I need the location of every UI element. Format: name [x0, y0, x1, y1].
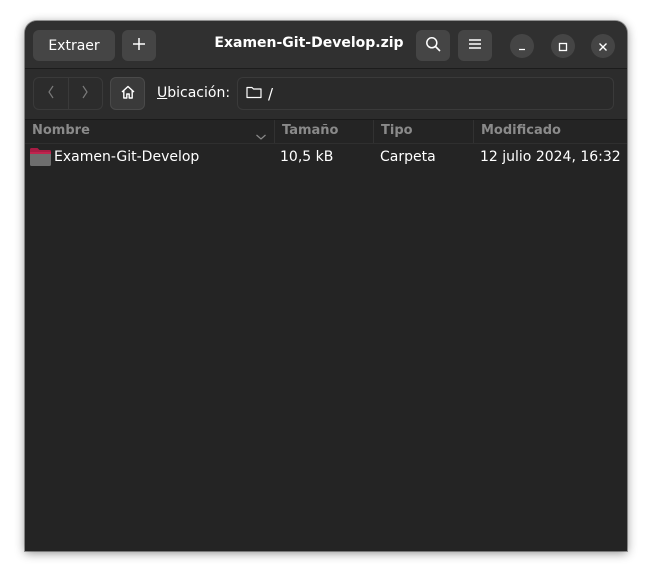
home-icon [120, 84, 136, 104]
row-name: Examen-Git-Develop [54, 149, 200, 165]
row-size: 10,5 kB [280, 149, 334, 165]
column-header-type[interactable]: Tipo [374, 120, 474, 143]
location-toolbar: Ubicación: / [25, 69, 627, 120]
location-path: / [268, 84, 274, 103]
add-files-button[interactable] [122, 30, 156, 61]
archive-manager-window: Extraer Examen-Git-Develop.zip Ubicación… [25, 21, 627, 551]
close-icon [598, 37, 608, 56]
table-row[interactable]: Examen-Git-Develop 10,5 kB Carpeta 12 ju… [25, 144, 627, 170]
file-list: Nombre Tamaño Tipo Modificado Examen-Git… [25, 120, 627, 551]
location-field[interactable]: / [237, 77, 614, 110]
search-button[interactable] [416, 30, 450, 61]
back-button[interactable] [34, 78, 68, 109]
minimize-button[interactable] [510, 34, 534, 58]
chevron-right-icon [81, 84, 89, 104]
main-menu-button[interactable] [458, 30, 492, 61]
extract-button[interactable]: Extraer [33, 30, 115, 61]
headerbar: Extraer Examen-Git-Develop.zip [25, 21, 627, 69]
minimize-icon [517, 37, 527, 56]
location-label: Ubicación: [157, 85, 230, 101]
search-icon [425, 36, 441, 56]
window-title: Examen-Git-Develop.zip [214, 35, 404, 51]
extract-button-label: Extraer [48, 37, 100, 54]
column-header-name-label: Nombre [32, 123, 90, 138]
close-button[interactable] [591, 34, 615, 58]
home-button[interactable] [110, 77, 145, 110]
column-header-modified-label: Modificado [481, 123, 561, 138]
forward-button[interactable] [68, 78, 102, 109]
row-modified: 12 julio 2024, 16:32 [480, 149, 621, 165]
row-type: Carpeta [380, 149, 436, 165]
maximize-button[interactable] [551, 34, 575, 58]
folder-outline-icon [246, 85, 262, 103]
location-label-text: bicación: [167, 85, 231, 101]
navigation-button-group [33, 77, 103, 110]
column-header-name[interactable]: Nombre [25, 120, 275, 143]
column-header-row: Nombre Tamaño Tipo Modificado [25, 120, 627, 144]
hamburger-menu-icon [468, 38, 482, 54]
location-label-accelerator: U [157, 85, 168, 101]
column-header-size[interactable]: Tamaño [275, 120, 374, 143]
column-header-modified[interactable]: Modificado [474, 120, 627, 143]
plus-icon [132, 37, 146, 55]
column-header-size-label: Tamaño [282, 123, 339, 138]
folder-icon [29, 147, 52, 171]
maximize-icon [558, 37, 568, 56]
column-header-type-label: Tipo [381, 123, 413, 138]
chevron-left-icon [47, 84, 55, 104]
